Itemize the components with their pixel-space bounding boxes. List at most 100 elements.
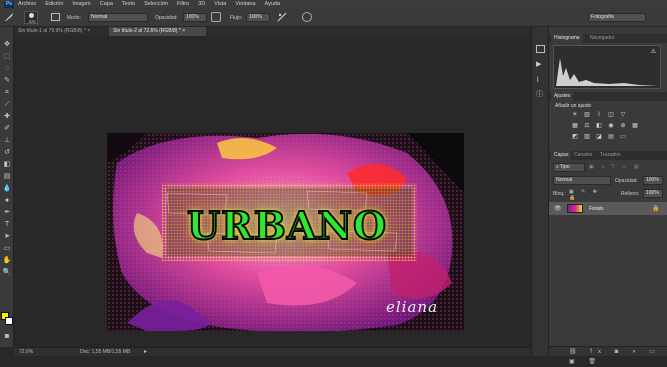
menu-filtro[interactable]: Filtro: [177, 1, 189, 7]
menu-texto[interactable]: Texto: [122, 1, 135, 7]
airbrush-icon[interactable]: [277, 12, 287, 22]
layers-footer-icons[interactable]: ⛓ fx ◙ ◑ ▭ ▣ 🗑: [549, 346, 667, 365]
rectangle-tool-icon[interactable]: ▭: [2, 244, 12, 253]
quick-select-tool-icon[interactable]: ✎: [2, 76, 12, 85]
menu-vista[interactable]: Vista: [214, 1, 226, 7]
dodge-tool-icon[interactable]: ●: [2, 196, 12, 205]
histogram-graph: ⚠: [553, 45, 661, 89]
eyedropper-tool-icon[interactable]: ⟋: [2, 100, 12, 109]
brush-panel-toggle-icon[interactable]: [51, 13, 60, 21]
pen-tool-icon[interactable]: ✒: [2, 208, 12, 217]
zoom-level[interactable]: 72,6%: [19, 349, 33, 355]
document-tabs: Sin título-1 al 79,9% (RGB/8) * × Sin tí…: [14, 27, 531, 36]
tab-capas[interactable]: Capas: [551, 151, 572, 160]
gradient-map-icon[interactable]: ▭: [619, 134, 627, 141]
fill-field[interactable]: 100%: [643, 189, 663, 198]
right-panels: Histograma Navegador ⚠ Ajustes Añadir un…: [548, 27, 667, 365]
brush-size-value: 370: [28, 19, 36, 24]
blend-mode-select[interactable]: Normal: [553, 176, 611, 185]
flow-field[interactable]: 100%: [246, 13, 270, 22]
curves-icon[interactable]: ⌇: [595, 112, 603, 119]
menu-imagen[interactable]: Imagen: [72, 1, 90, 7]
menu-archivo[interactable]: Archivo: [18, 1, 36, 7]
layer-row-fondo[interactable]: 👁 Fondo 🔒: [549, 202, 667, 215]
tab-close-icon[interactable]: ×: [87, 28, 90, 34]
workspace-select[interactable]: Fotografía: [588, 13, 646, 22]
layer-filter-icons[interactable]: ▣ ◑ T ▭ ▤: [589, 164, 659, 171]
marquee-tool-icon[interactable]: ⬚: [2, 52, 12, 61]
tab-ajustes[interactable]: Ajustes: [551, 92, 574, 101]
layer-thumbnail: [567, 204, 583, 213]
pressure-opacity-icon[interactable]: [211, 12, 221, 22]
posterize-icon[interactable]: ▨: [583, 134, 591, 141]
hand-tool-icon[interactable]: ✋: [2, 256, 12, 265]
status-menu-arrow-icon[interactable]: ▸: [144, 348, 147, 355]
collapsed-panels-strip: ▶ ⌇ ⓘ: [531, 27, 548, 356]
photo-filter-icon[interactable]: ◉: [607, 123, 615, 130]
document-size[interactable]: Doc: 1,55 MB/1,55 MB: [80, 349, 130, 355]
play-actions-icon[interactable]: ▶: [536, 61, 545, 69]
info-panel-icon[interactable]: ⓘ: [536, 91, 545, 99]
exposure-icon[interactable]: ◫: [607, 112, 615, 119]
tools-panel: ✥ ⬚ ◌ ✎ ⌗ ⟋ ✚ ✐ ⊥ ↺ ◧ ▤ 💧 ● ✒ T ➤ ▭ ✋ 🔍 …: [0, 27, 14, 347]
path-selection-tool-icon[interactable]: ➤: [2, 232, 12, 241]
color-balance-icon[interactable]: ⚖: [583, 123, 591, 130]
cache-warning-icon[interactable]: ⚠: [651, 48, 656, 55]
layer-opacity-field[interactable]: 100%: [643, 176, 663, 185]
brush-presets-icon[interactable]: ⌇: [536, 77, 545, 85]
black-white-icon[interactable]: ◧: [595, 123, 603, 130]
canvas-area[interactable]: URBANO eliana: [14, 36, 531, 347]
hue-saturation-icon[interactable]: ▦: [571, 123, 579, 130]
history-panel-icon[interactable]: [536, 45, 545, 53]
tab-close-icon[interactable]: ×: [182, 28, 185, 34]
move-tool-icon[interactable]: ✥: [2, 40, 12, 49]
mode-label: Modo:: [67, 15, 81, 21]
visibility-eye-icon[interactable]: 👁: [554, 205, 562, 212]
opacity-field[interactable]: 100%: [183, 13, 207, 22]
zoom-tool-icon[interactable]: 🔍: [2, 268, 12, 277]
quick-mask-icon[interactable]: ◙: [2, 332, 12, 341]
brush-tool-icon[interactable]: ✐: [2, 124, 12, 133]
flow-label: Flujo:: [230, 15, 243, 21]
layer-opacity-label: Opacidad:: [615, 178, 638, 184]
tab-sin-titulo-2[interactable]: Sin título-2 al 72,6% (RGB/8) * ×: [109, 27, 206, 36]
background-color-swatch[interactable]: [5, 317, 13, 325]
history-brush-tool-icon[interactable]: ↺: [2, 148, 12, 157]
layers-panel-tabs: Capas Canales Trazados: [549, 151, 667, 160]
tab-trazados[interactable]: Trazados: [597, 151, 624, 160]
brush-tool-icon[interactable]: [4, 12, 14, 22]
lock-label: Bloq.:: [553, 191, 566, 197]
pressure-size-icon[interactable]: [302, 12, 312, 22]
invert-icon[interactable]: ◩: [571, 134, 579, 141]
mode-select[interactable]: Normal: [88, 13, 148, 22]
tab-sin-titulo-1[interactable]: Sin título-1 al 79,9% (RGB/8) * ×: [14, 27, 109, 36]
layer-kind-filter[interactable]: ⌕ Tipo: [553, 163, 585, 172]
menu-edicion[interactable]: Edición: [45, 1, 63, 7]
menu-3d[interactable]: 3D: [198, 1, 205, 7]
lock-icons[interactable]: ▣ ✎ ✥ 🔒: [569, 189, 609, 201]
type-tool-icon[interactable]: T: [2, 220, 12, 229]
tab-navegador[interactable]: Navegador: [587, 34, 617, 43]
gradient-tool-icon[interactable]: ▤: [2, 172, 12, 181]
eraser-tool-icon[interactable]: ◧: [2, 160, 12, 169]
vibrance-icon[interactable]: ▽: [619, 112, 627, 119]
brightness-contrast-icon[interactable]: ☀: [571, 112, 579, 119]
menu-capa[interactable]: Capa: [100, 1, 113, 7]
brush-preset-picker[interactable]: 370: [24, 11, 38, 24]
lasso-tool-icon[interactable]: ◌: [2, 64, 12, 73]
menu-ventana[interactable]: Ventana: [235, 1, 255, 7]
color-lookup-icon[interactable]: ▦: [631, 123, 639, 130]
menu-ayuda[interactable]: Ayuda: [265, 1, 281, 7]
selective-color-icon[interactable]: ▤: [607, 134, 615, 141]
tab-canales[interactable]: Canales: [571, 151, 595, 160]
clone-stamp-tool-icon[interactable]: ⊥: [2, 136, 12, 145]
threshold-icon[interactable]: ◪: [595, 134, 603, 141]
blur-tool-icon[interactable]: 💧: [2, 184, 12, 193]
layer-name[interactable]: Fondo: [589, 206, 603, 212]
crop-tool-icon[interactable]: ⌗: [2, 88, 12, 97]
healing-brush-tool-icon[interactable]: ✚: [2, 112, 12, 121]
levels-icon[interactable]: ▥: [583, 112, 591, 119]
channel-mixer-icon[interactable]: ⊕: [619, 123, 627, 130]
menu-seleccion[interactable]: Selección: [144, 1, 168, 7]
tab-histograma[interactable]: Histograma: [551, 34, 583, 43]
